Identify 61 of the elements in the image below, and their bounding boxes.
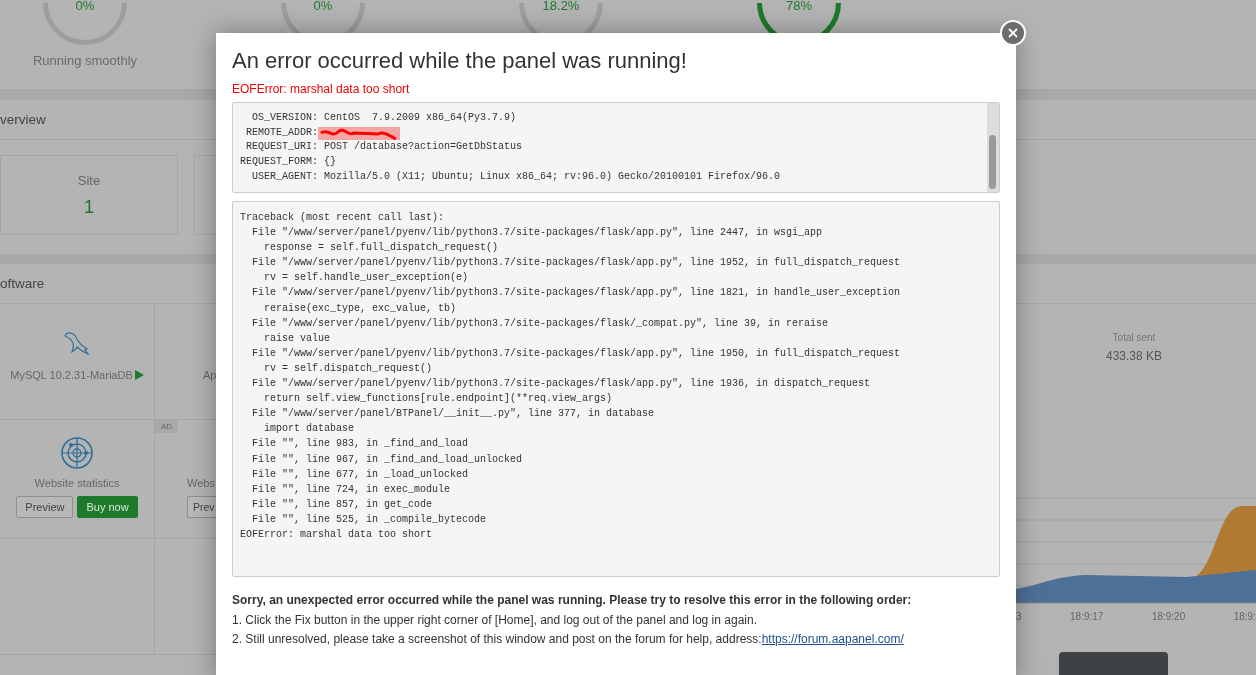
axis-tick-label: 18:9:	[1233, 611, 1256, 622]
traceback-line: EOFError: marshal data too short	[240, 528, 433, 540]
traceback-line: Traceback (most recent call last):	[240, 212, 445, 223]
gauge-value: 0%	[75, 0, 95, 13]
gauge-value: 0%	[313, 0, 333, 13]
traceback-line: File "", line 724, in exec_module	[251, 483, 451, 495]
play-icon[interactable]	[134, 370, 144, 380]
gauge-label: Running smoothly	[32, 53, 138, 68]
stat-value: 433.38 KB	[1105, 349, 1162, 363]
info-line: REMOTE_ADDR:	[245, 125, 318, 140]
traceback-line: response = self.full_dispatch_request()	[263, 242, 499, 254]
preview-button[interactable]: Prev	[187, 496, 217, 518]
help-step: 1. Click the Fix button in the upper right corner of [Home], and log out of the panel and log in again.	[232, 610, 1000, 630]
traceback-line: File "", line 857, in get_code	[251, 498, 433, 510]
scrollbar[interactable]	[987, 103, 999, 192]
preview-button[interactable]: Preview	[16, 496, 74, 518]
forum-link[interactable]: https://forum.aapanel.com/	[761, 632, 904, 646]
app-name: Website statistics	[34, 476, 120, 490]
traceback-line: File "", line 967, in _find_and_load_unlocked	[251, 453, 523, 465]
stat-card[interactable]	[194, 155, 216, 235]
traceback-line: reraise(exc_type, exc_value, tb)	[263, 302, 457, 314]
error-message: EOFError: marshal data too short	[232, 82, 411, 96]
traceback-line: return self.view_functions[rule.endpoint](**req.view_args)	[263, 393, 613, 405]
traceback-line: File "/www/server/panel/pyenv/lib/python3.7/site-packages/flask/app.py", line 1936, in dispatch_request	[251, 378, 871, 390]
app-name[interactable]: Ap	[203, 369, 217, 381]
app-name: Webs	[187, 476, 215, 490]
help-step: 2. Still unresolved, please take a screenshot of this window and post on the forum for help, address:https://forum.aapanel.com/	[232, 630, 1000, 650]
axis-tick-label: 3	[1016, 611, 1022, 622]
info-line: USER_AGENT: Mozilla/5.0 (X11; Ubuntu; Linux x86_64; rv:96.0) Gecko/20100101 Firefox/96.0	[251, 169, 781, 184]
radar-icon	[60, 436, 94, 470]
ad-badge: AD	[155, 420, 179, 433]
info-line: OS_VERSION: CentOS 7.9.2009 x86_64(Py3.7.9)	[251, 111, 517, 125]
traceback-line: File "", line 677, in _load_unlocked	[251, 468, 469, 480]
traceback-line: File "/www/server/panel/BTPanel/__init__.py", line 377, in database	[251, 408, 655, 420]
stat-label: Total sent	[1112, 332, 1156, 343]
dialog-title: An error occurred while the panel was running!	[232, 47, 688, 75]
traceback-line: File "/www/server/panel/pyenv/lib/python3.7/site-packages/flask/app.py", line 1952, in full_dispatch_request	[251, 257, 901, 269]
gauge-value: 18.2%	[542, 0, 580, 13]
traceback-line: File "", line 983, in _find_and_load	[251, 438, 469, 450]
traceback-line: File "/www/server/panel/pyenv/lib/python3.7/site-packages/flask/app.py", line 2447, in wsgi_app	[251, 227, 823, 239]
traceback-line: File "/www/server/panel/pyenv/lib/python3.7/site-packages/flask/_compat.py", line 39, in reraise	[251, 317, 829, 329]
section-title: verview	[0, 112, 46, 127]
traceback-line: File "", line 525, in _compile_bytecode	[251, 513, 487, 525]
gauge-value: 78%	[786, 0, 812, 13]
info-line: REQUEST_FORM: {}	[240, 155, 336, 170]
section-title: oftware	[0, 276, 45, 291]
help-heading: Sorry, an unexpected error occurred while the panel was running. Please try to resolve this error in the following order:	[232, 592, 913, 609]
card-value: 1	[83, 195, 95, 218]
traceback-line: raise value	[263, 332, 330, 344]
axis-tick-label: 18:9:20	[1151, 611, 1186, 622]
traceback-line: import database	[263, 423, 355, 435]
traceback-line: rv = self.handle_user_exception(e)	[263, 272, 469, 284]
info-line: REQUEST_URI: POST /database?action=GetDbStatus	[245, 140, 523, 155]
stat-card[interactable]: Site 1	[0, 155, 178, 235]
traceback-line: File "/www/server/panel/pyenv/lib/python3.7/site-packages/flask/app.py", line 1950, in full_dispatch_request	[251, 347, 901, 359]
app-name[interactable]: MySQL 10.2.31-MariaDB	[10, 369, 133, 381]
traceback-line: rv = self.dispatch_request()	[263, 362, 433, 374]
traceback-line: File "/www/server/panel/pyenv/lib/python3.7/site-packages/flask/app.py", line 1821, in handle_user_exception	[251, 287, 901, 299]
axis-tick-label: 18:9:17	[1070, 611, 1104, 622]
buy-button[interactable]: Buy now	[77, 496, 138, 518]
card-label: Site	[77, 172, 101, 188]
